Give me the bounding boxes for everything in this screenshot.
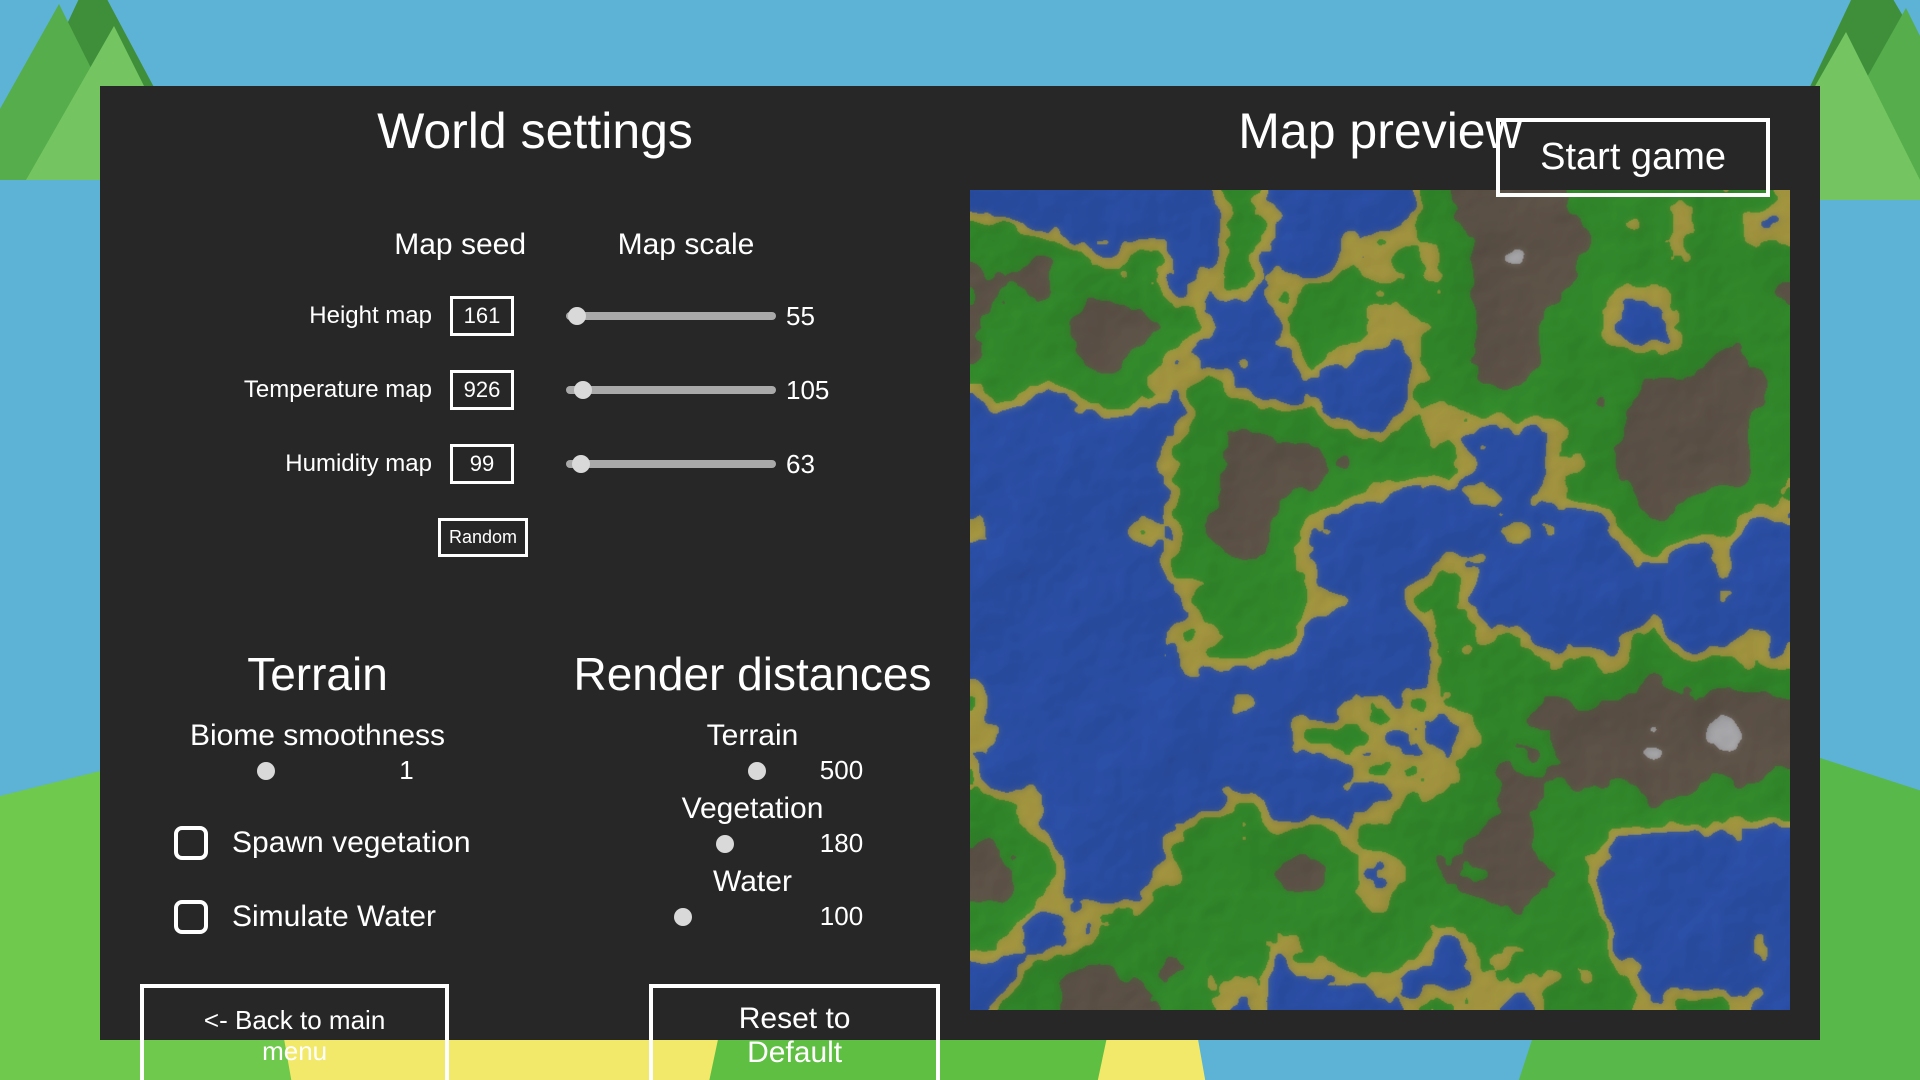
temperature-map-label: Temperature map [130,376,450,404]
height-scale-value: 55 [786,301,846,332]
render-terrain-slider[interactable] [642,767,802,775]
render-distances-title: Render distances [574,647,932,701]
seed-grid: Map seed Map scale Height map 55 Tempera… [130,194,940,557]
back-button[interactable]: <- Back to main menu [140,984,449,1080]
biome-smoothness-slider[interactable] [221,767,381,775]
render-water-slider[interactable] [642,913,802,921]
render-terrain-label: Terrain [707,719,799,753]
spawn-vegetation-label: Spawn vegetation [232,826,471,860]
height-seed-input[interactable] [450,296,514,336]
render-terrain-value: 500 [820,755,863,786]
world-settings-title: World settings [130,102,940,160]
temperature-seed-input[interactable] [450,370,514,410]
reset-button[interactable]: Reset to Default [649,984,940,1080]
humidity-seed-input[interactable] [450,444,514,484]
temperature-scale-slider[interactable] [566,383,776,397]
map-preview-image [970,190,1790,1010]
render-column: Render distances Terrain 500 Vegetation … [565,647,940,934]
bottom-buttons: <- Back to main menu Reset to Default [130,934,940,1080]
random-button[interactable]: Random [438,518,528,557]
simulate-water-checkbox[interactable] [174,900,208,934]
terrain-title: Terrain [247,647,388,701]
height-map-label: Height map [130,302,450,330]
render-water-label: Water [713,865,792,899]
render-water-value: 100 [820,901,863,932]
humidity-map-label: Humidity map [130,450,450,478]
render-vegetation-value: 180 [820,828,863,859]
temperature-scale-value: 105 [786,375,846,406]
humidity-scale-slider[interactable] [566,457,776,471]
settings-panel: World settings Map seed Map scale Height… [100,86,1820,1040]
render-vegetation-slider[interactable] [642,840,802,848]
simulate-water-label: Simulate Water [232,900,436,934]
render-vegetation-label: Vegetation [682,792,824,826]
biome-smoothness-value: 1 [399,755,413,786]
map-seed-header: Map seed [130,228,526,262]
map-scale-header: Map scale [526,228,846,262]
height-scale-slider[interactable] [566,309,776,323]
right-column: Map preview Start game [970,98,1790,1010]
terrain-column: Terrain Biome smoothness 1 Spawn vegetat… [130,647,505,934]
start-game-button[interactable]: Start game [1496,118,1770,197]
biome-smoothness-label: Biome smoothness [190,719,445,753]
lower-section: Terrain Biome smoothness 1 Spawn vegetat… [130,647,940,934]
spawn-vegetation-checkbox[interactable] [174,826,208,860]
left-column: World settings Map seed Map scale Height… [130,98,940,1010]
humidity-scale-value: 63 [786,449,846,480]
